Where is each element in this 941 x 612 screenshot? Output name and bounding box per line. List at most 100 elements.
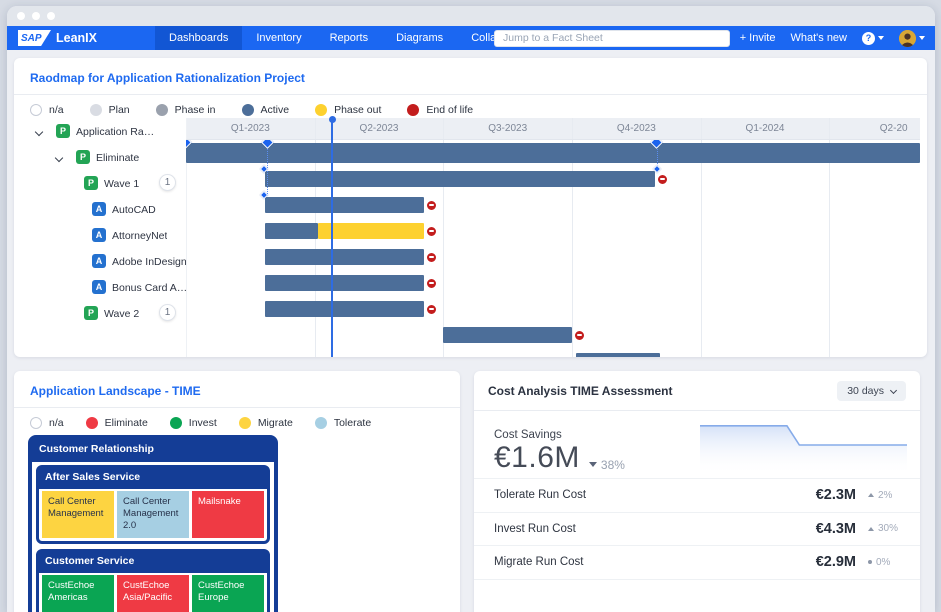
search-input[interactable] xyxy=(494,30,730,47)
tree-row-label: Adobe InDesign xyxy=(112,256,187,268)
gantt-bar-active[interactable] xyxy=(265,197,424,213)
chevron-down-icon[interactable] xyxy=(35,128,43,136)
cost-rows: Tolerate Run Cost€2.3M2%Invest Run Cost€… xyxy=(474,478,920,580)
landscape-title[interactable]: Application Landscape - TIME xyxy=(14,371,460,407)
nav-item-dashboards[interactable]: Dashboards xyxy=(155,26,242,50)
top-navbar: SAP LeanIX DashboardsInventoryReportsDia… xyxy=(7,26,935,50)
legend-item-invest[interactable]: Invest xyxy=(170,417,217,429)
app-window: SAP LeanIX DashboardsInventoryReportsDia… xyxy=(7,6,935,612)
quarter-label: Q2-20 xyxy=(880,123,908,134)
nav-item-diagrams[interactable]: Diagrams xyxy=(382,26,457,50)
brand-name: LeanIX xyxy=(56,31,97,45)
app-card-custechoe-americas[interactable]: CustEchoe Americas xyxy=(42,575,114,612)
gantt-bar-active[interactable] xyxy=(265,301,424,317)
legend-item-n-a[interactable]: n/a xyxy=(30,417,64,429)
gantt-bar-active[interactable] xyxy=(186,143,920,163)
tree-row-label: AutoCAD xyxy=(112,204,156,216)
cost-title: Cost Analysis TIME Assessment xyxy=(488,384,673,398)
legend-dot-icon xyxy=(315,417,327,429)
gantt-plot: Q1-2023Q2-2023Q3-2023Q4-2023Q1-2024Q2-20 xyxy=(186,118,920,357)
gantt-bar-active[interactable] xyxy=(265,171,655,187)
metric-delta-value: 38% xyxy=(601,458,625,472)
nav-item-reports[interactable]: Reports xyxy=(316,26,383,50)
legend-dot-icon xyxy=(30,417,42,429)
app-card-custechoe-europe[interactable]: CustEchoe Europe xyxy=(192,575,264,612)
legend-item-active[interactable]: Active xyxy=(242,104,290,116)
nav-item-inventory[interactable]: Inventory xyxy=(242,26,315,50)
window-dot[interactable] xyxy=(17,12,25,20)
help-icon: ? xyxy=(862,32,875,45)
end-of-life-icon xyxy=(574,330,585,341)
gantt-row-application-rationaliza xyxy=(186,140,920,166)
gantt-bar-active[interactable] xyxy=(265,223,318,239)
legend-label: Active xyxy=(261,104,290,116)
user-menu[interactable] xyxy=(899,30,925,47)
legend-item-n-a[interactable]: n/a xyxy=(30,104,64,116)
window-dot[interactable] xyxy=(47,12,55,20)
legend-dot-icon xyxy=(156,104,168,116)
project-badge-icon: P xyxy=(56,124,70,138)
whats-new-button[interactable]: What's new xyxy=(790,32,847,44)
landscape-section-header[interactable]: After Sales Service xyxy=(38,467,268,489)
legend-item-phase-in[interactable]: Phase in xyxy=(156,104,216,116)
landscape-cards: CustEchoe AmericasCustEchoe Asia/Pacific… xyxy=(39,572,267,612)
legend-dot-icon xyxy=(90,104,102,116)
tree-row-adobe-indesign[interactable]: A Adobe InDesign xyxy=(14,248,186,274)
application-badge-icon: A xyxy=(92,228,106,242)
tree-row-wave-1[interactable]: PWave 11 xyxy=(14,170,186,196)
tree-row-bonus-card-am[interactable]: ABonus Card Am… xyxy=(14,274,186,300)
landscape-section-header[interactable]: Customer Service xyxy=(38,551,268,573)
application-badge-icon: A xyxy=(92,254,106,268)
cost-row-label: Invest Run Cost xyxy=(494,523,816,535)
legend-item-phase-out[interactable]: Phase out xyxy=(315,104,381,116)
minus-glyph xyxy=(660,178,665,180)
legend-item-tolerate[interactable]: Tolerate xyxy=(315,417,371,429)
roadmap-title[interactable]: Raodmap for Application Rationalization … xyxy=(14,58,927,94)
gantt-bar-active[interactable] xyxy=(443,327,572,343)
app-card-call-center-management-2-0[interactable]: Call Center Management 2.0 xyxy=(117,491,189,538)
divider xyxy=(474,410,920,411)
legend-dot-icon xyxy=(239,417,251,429)
quarter-label: Q4-2023 xyxy=(617,123,656,134)
quarter-gridline xyxy=(443,118,444,139)
app-card-call-center-management[interactable]: Call Center Management xyxy=(42,491,114,538)
gantt-chart: PApplication Rationaliza…PEliminatePWave… xyxy=(14,118,927,357)
order-badge[interactable]: 1 xyxy=(159,304,176,321)
gantt-bar-active[interactable] xyxy=(576,353,660,357)
cost-row-delta: 0% xyxy=(868,557,908,568)
cost-sparkline-chart xyxy=(700,415,907,475)
chevron-down-icon xyxy=(878,36,884,40)
legend-label: Phase in xyxy=(175,104,216,116)
tree-row-autocad[interactable]: A AutoCAD xyxy=(14,196,186,222)
milestone-connector xyxy=(267,144,268,196)
quarter-gridline xyxy=(186,118,187,139)
legend-item-eliminate[interactable]: Eliminate xyxy=(86,417,148,429)
quarter-gridline xyxy=(701,118,702,139)
window-dot[interactable] xyxy=(32,12,40,20)
gantt-bar-active[interactable] xyxy=(265,275,424,291)
tree-row-wave-2[interactable]: PWave 21 xyxy=(14,300,186,326)
tree-row-application-rationaliza[interactable]: PApplication Rationaliza… xyxy=(14,118,186,144)
tree-row-attorneynet[interactable]: AAttorneyNet xyxy=(14,222,186,248)
cost-row-invest-run-cost: Invest Run Cost€4.3M30% xyxy=(474,512,920,546)
invite-button[interactable]: + Invite xyxy=(740,32,776,44)
order-badge[interactable]: 1 xyxy=(159,174,176,191)
quarter-gridline xyxy=(829,118,830,139)
landscape-group-header[interactable]: Customer Relationship xyxy=(31,438,275,462)
application-badge-icon: A xyxy=(92,202,106,216)
app-card-custechoe-asia-pacific[interactable]: CustEchoe Asia/Pacific xyxy=(117,575,189,612)
chevron-down-icon[interactable] xyxy=(55,154,63,162)
project-badge-icon: P xyxy=(84,176,98,190)
legend-item-migrate[interactable]: Migrate xyxy=(239,417,293,429)
gantt-bar-active[interactable] xyxy=(265,249,424,265)
legend-item-end-of-life[interactable]: End of life xyxy=(407,104,473,116)
range-dropdown[interactable]: 30 days xyxy=(837,381,906,401)
legend-item-plan[interactable]: Plan xyxy=(90,104,130,116)
gantt-row-autocad xyxy=(186,218,920,244)
cost-row-delta-value: 30% xyxy=(878,523,898,534)
gantt-bar-phase-out[interactable] xyxy=(318,223,424,239)
help-menu[interactable]: ? xyxy=(862,32,884,45)
app-card-mailsnake[interactable]: Mailsnake xyxy=(192,491,264,538)
brand-logo[interactable]: SAP LeanIX xyxy=(18,30,97,46)
tree-row-eliminate[interactable]: PEliminate xyxy=(14,144,186,170)
